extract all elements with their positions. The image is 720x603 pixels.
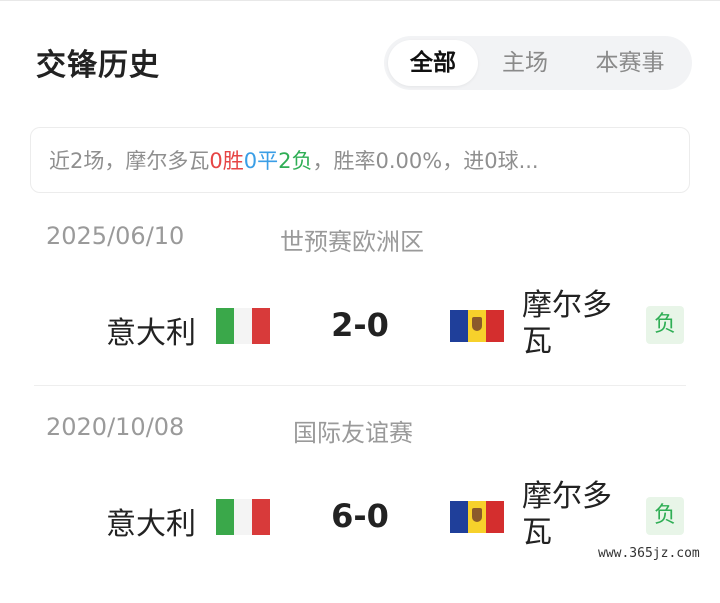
- match-row[interactable]: 2020/10/08 国际友谊赛 意大利 6-0 摩尔多瓦 负: [0, 413, 720, 603]
- tab-home[interactable]: 主场: [480, 40, 570, 86]
- summary-prefix: 近2场，摩尔多瓦: [49, 149, 210, 173]
- record-summary: 近2场，摩尔多瓦0胜0平2负，胜率0.00%，进0球...: [30, 127, 690, 193]
- summary-suffix: ，胜率0.00%，进0球...: [312, 149, 539, 173]
- watermark: www.365jz.com: [598, 546, 700, 561]
- result-badge: 负: [646, 497, 684, 535]
- italy-flag-icon: [216, 499, 270, 535]
- away-team: 摩尔多瓦: [522, 479, 612, 550]
- top-divider: [0, 0, 720, 1]
- wins-value: 0: [209, 149, 223, 173]
- match-date: 2020/10/08: [46, 413, 185, 441]
- match-league: 世预赛欧洲区: [280, 228, 424, 256]
- match-league: 国际友谊赛: [293, 419, 413, 447]
- filter-tabs: 全部 主场 本赛事: [384, 36, 692, 90]
- moldova-emblem-icon: [472, 317, 482, 331]
- tab-all[interactable]: 全部: [388, 40, 478, 86]
- italy-flag-icon: [216, 308, 270, 344]
- draws-value: 0: [243, 149, 258, 173]
- wins-label: 胜: [222, 149, 244, 173]
- match-divider: [34, 385, 686, 386]
- losses-value: 2: [278, 149, 292, 173]
- home-team: 意大利: [106, 316, 196, 351]
- match-row[interactable]: 2025/06/10 世预赛欧洲区 意大利 2-0 摩尔多瓦 负: [0, 222, 720, 412]
- moldova-flag-icon: [450, 501, 504, 533]
- match-score: 6-0: [331, 497, 389, 535]
- match-date: 2025/06/10: [46, 222, 185, 250]
- away-team: 摩尔多瓦: [522, 288, 612, 359]
- section-title: 交锋历史: [36, 48, 160, 83]
- moldova-flag-icon: [450, 310, 504, 342]
- result-badge: 负: [646, 306, 684, 344]
- tab-this-competition[interactable]: 本赛事: [574, 40, 686, 86]
- draws-label: 平: [257, 149, 279, 173]
- home-team: 意大利: [106, 507, 196, 542]
- match-score: 2-0: [331, 306, 389, 344]
- losses-label: 负: [291, 149, 313, 173]
- moldova-emblem-icon: [472, 508, 482, 522]
